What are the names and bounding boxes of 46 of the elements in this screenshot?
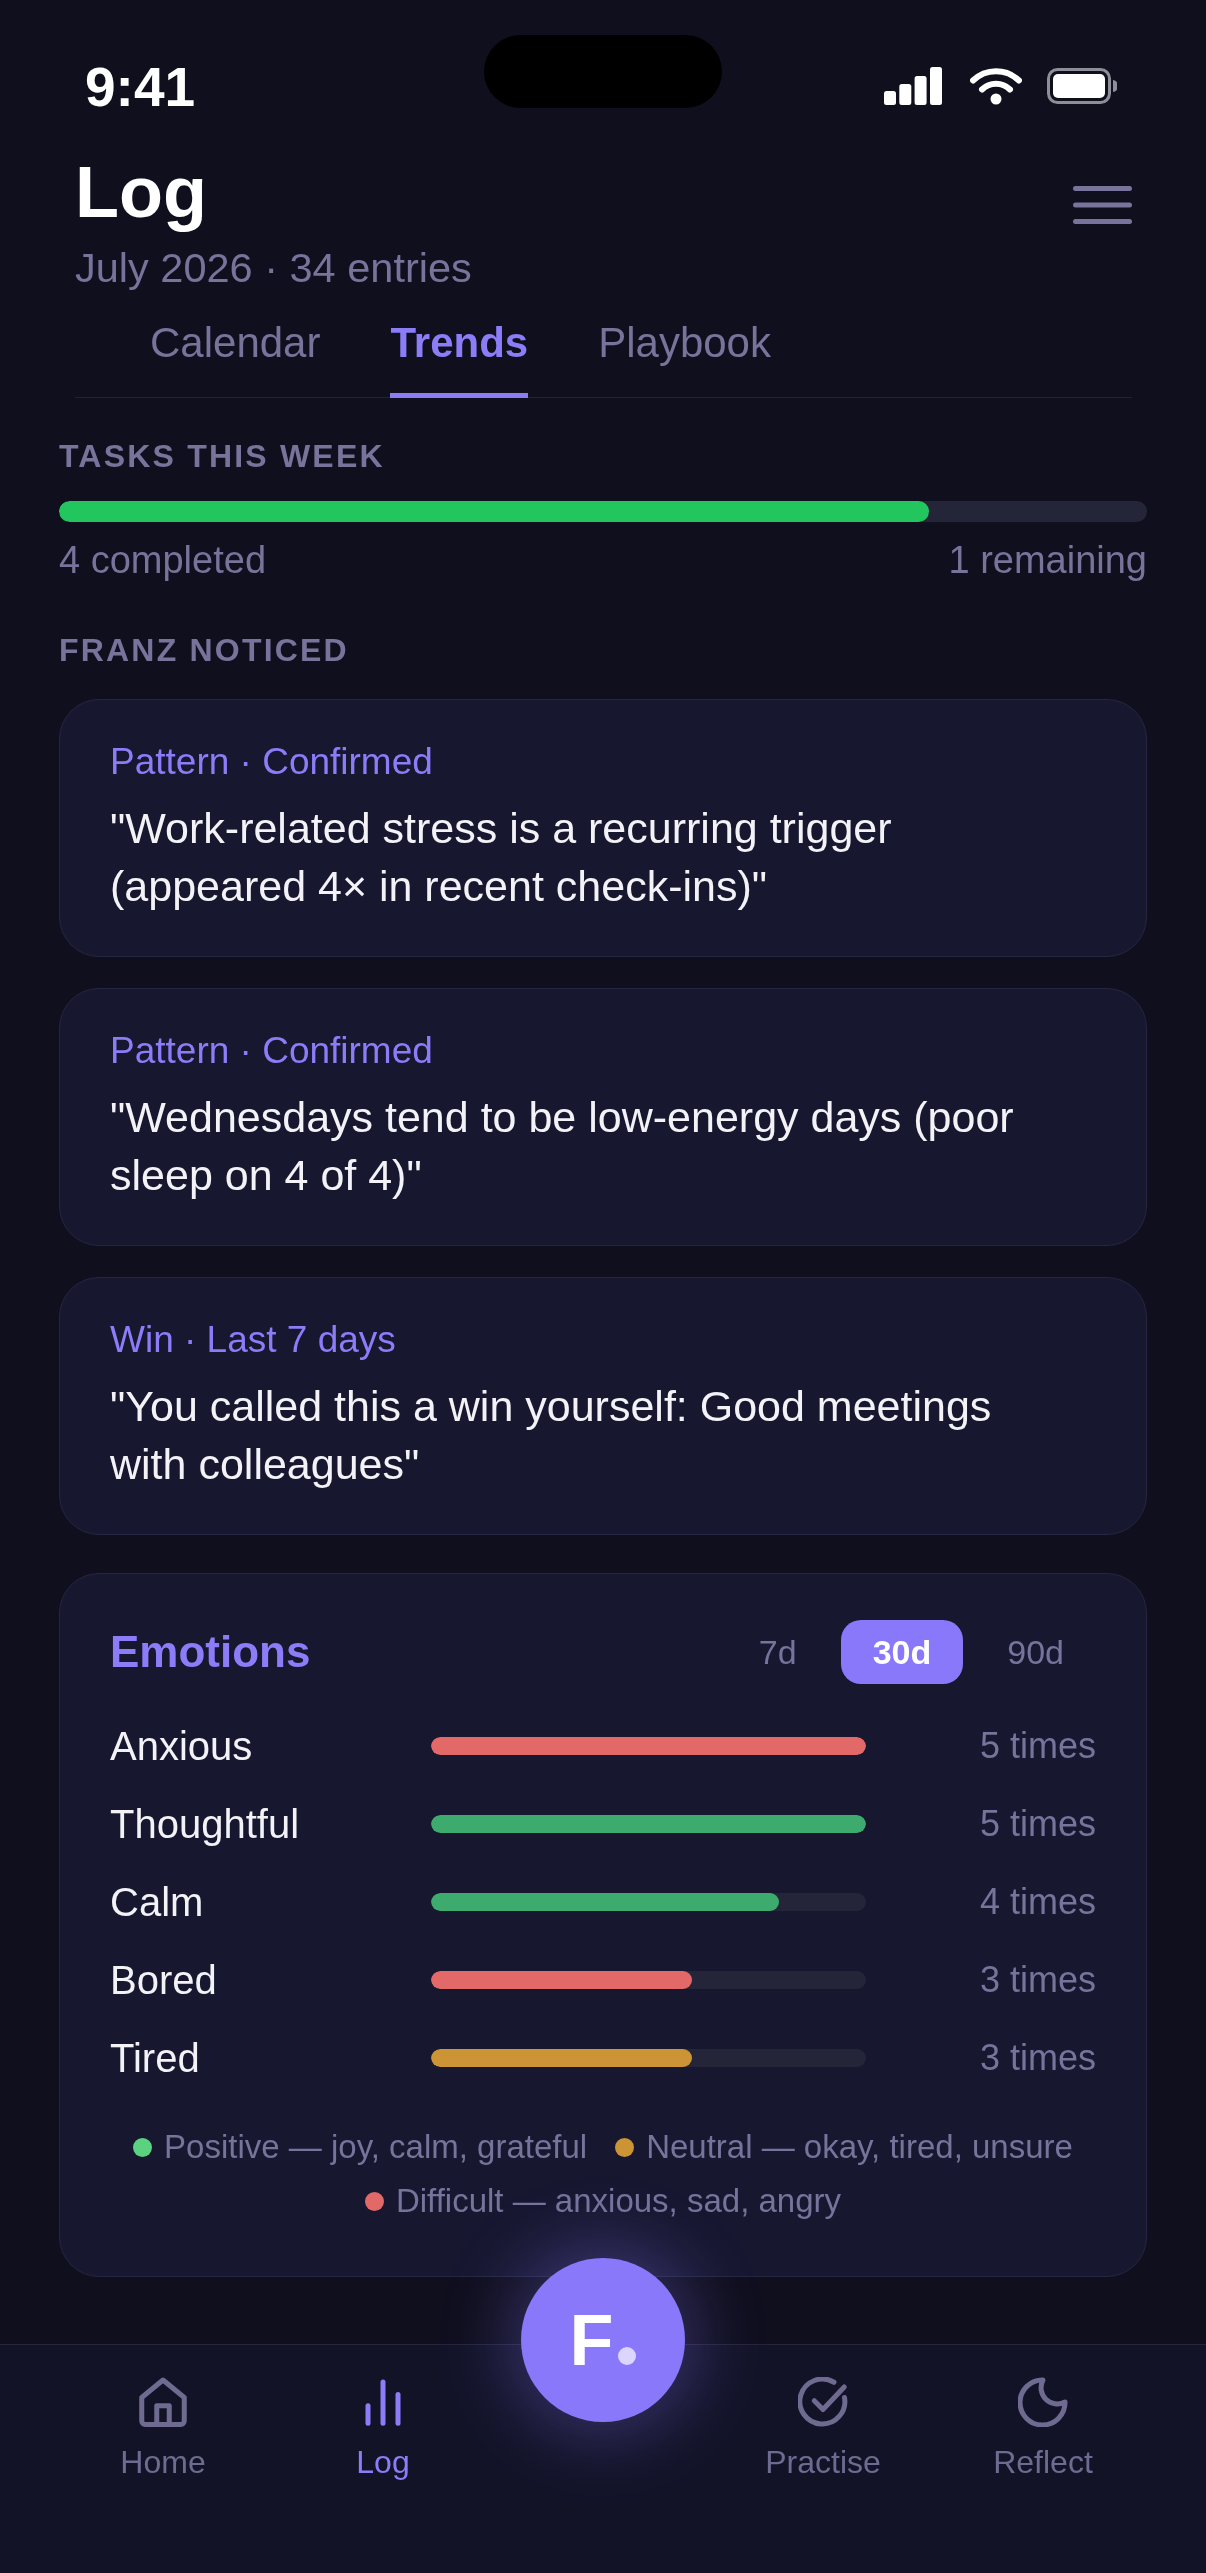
emotion-label: Thoughtful [110,1801,301,1848]
range-tab[interactable]: 90d [975,1620,1096,1684]
tab[interactable]: Playbook [598,318,771,398]
dot-icon [618,2347,637,2365]
signal-icon [884,67,942,105]
range-tab[interactable]: 30d [840,1620,964,1684]
emotions-title: Emotions [110,1626,311,1678]
page-subtitle: July 2026 · 34 entries [75,245,472,291]
emotion-count: 3 times [979,2036,1096,2080]
nav-tab[interactable]: Practise [765,2345,881,2482]
check-circle-icon [798,2377,848,2427]
insight-meta: Win · Last 7 days [110,1318,397,1362]
emotion-label: Bored [110,1957,218,2004]
legend-label: Neutral — okay, tired, unsure [646,2127,1073,2167]
insight-text: "Wednesdays tend to be low-energy days (poor sleep on 4 of 4)" [110,1092,1015,1201]
emotion-label: Anxious [110,1723,254,1770]
emotion-count: 4 times [979,1880,1096,1924]
moon-icon [1018,2377,1068,2427]
status-time: 9:41 [85,62,196,112]
center-action-button[interactable]: F [521,2258,685,2422]
wifi-icon [970,67,1022,105]
completed-count: 4 completed [59,538,266,582]
insight-text: "Work-related stress is a recurring trigger (appeared 4× in recent check-ins)" [110,803,893,912]
nav-tab[interactable]: Reflect [993,2345,1093,2482]
emotion-count: 5 times [979,1802,1096,1846]
section-heading: FRANZ NOTICED [59,631,350,669]
emotion-count: 5 times [979,1724,1096,1768]
legend-label: Positive — joy, calm, grateful [164,2127,588,2167]
emotion-count: 3 times [979,1958,1096,2002]
nav-tab[interactable]: Home [120,2345,206,2482]
tab[interactable]: Trends [390,318,529,398]
battery-icon [1047,68,1117,104]
insight-meta: Pattern · Confirmed [110,740,434,784]
page-title: Log [75,151,208,234]
menu-icon[interactable] [1073,186,1132,224]
home-icon [138,2377,188,2427]
range-tab[interactable]: 7d [726,1620,829,1684]
tab[interactable]: Calendar [150,318,321,398]
insight-meta: Pattern · Confirmed [110,1029,434,1073]
legend-label: Difficult — anxious, sad, angry [395,2181,842,2221]
remaining-count: 1 remaining [948,538,1147,582]
emotion-label: Tired [110,2035,201,2082]
nav-tab[interactable]: Log [356,2345,410,2482]
section-heading: TASKS THIS WEEK [59,437,386,475]
insight-text: "You called this a win yourself: Good meetings with colleagues" [110,1381,993,1490]
emotion-label: Calm [110,1879,205,1926]
